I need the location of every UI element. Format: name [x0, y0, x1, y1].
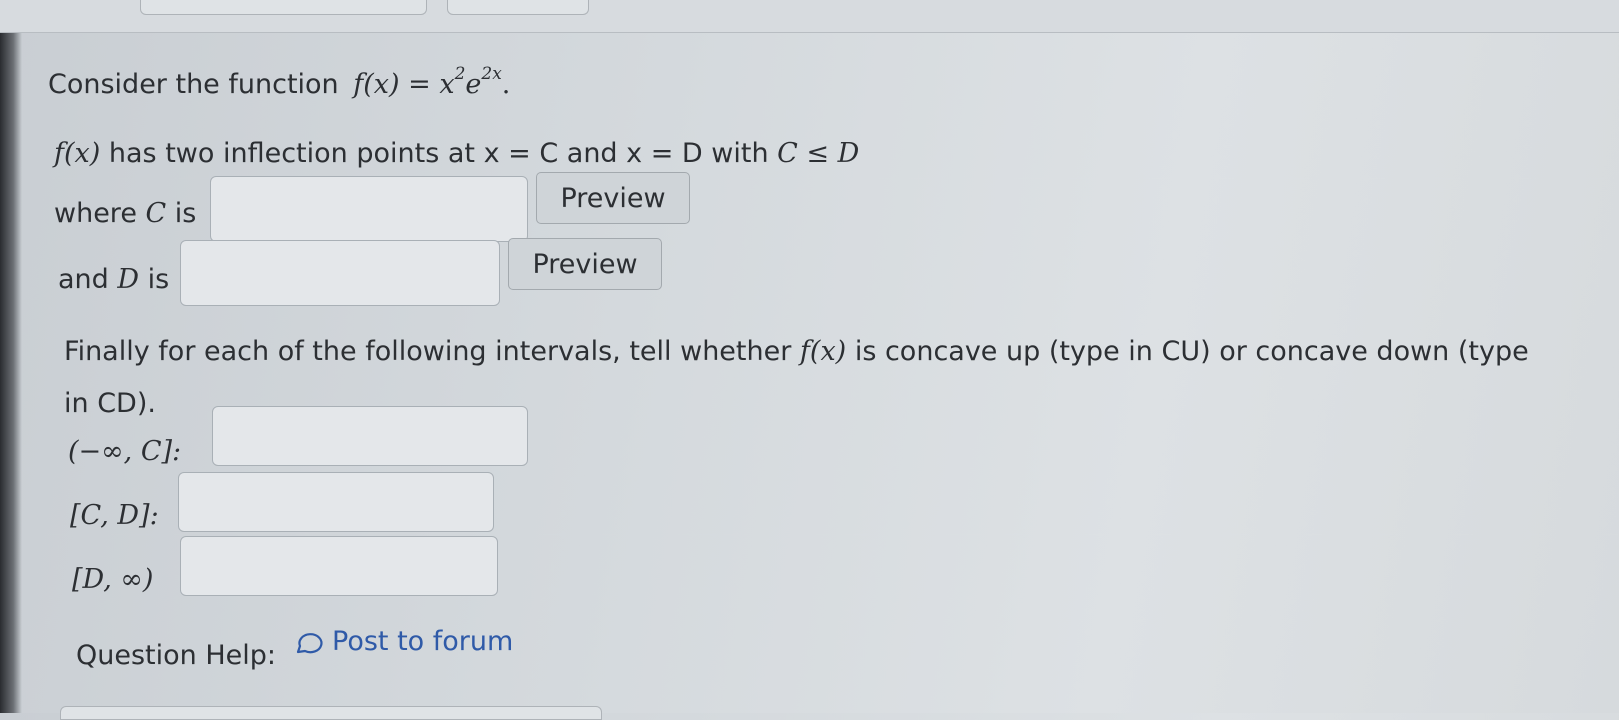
bottom-stub — [60, 706, 602, 720]
inflection-line: f(x) has two inflection points at x = C … — [54, 138, 859, 169]
concavity-instructions-cont: in CD). — [64, 388, 156, 419]
interval-label: [D, ∞) — [72, 564, 154, 595]
interval-1-input[interactable] — [212, 406, 528, 466]
d-label: and D is — [58, 264, 170, 295]
fx-symbol: f(x) — [54, 138, 101, 169]
c-label: where C is — [54, 198, 197, 229]
c-answer-input[interactable] — [210, 176, 528, 242]
fx-symbol: f(x) — [799, 336, 847, 367]
question-help-label: Question Help: — [76, 640, 276, 671]
tab-stub — [447, 0, 589, 15]
inflection-text: has two inflection points at x = C and x… — [108, 138, 769, 169]
c-preview-button[interactable]: Preview — [536, 172, 690, 224]
interval-3-input[interactable] — [180, 536, 498, 596]
interval-2-input[interactable] — [178, 472, 494, 532]
intro-text: Consider the function — [48, 69, 339, 100]
top-bar — [0, 0, 1619, 33]
function-formula: f(x) = x2e2x. — [353, 64, 511, 100]
interval-label: (−∞, C]: — [68, 436, 182, 467]
chat-bubble-icon[interactable] — [292, 628, 324, 660]
tab-stub — [140, 0, 427, 15]
concavity-instructions: Finally for each of the following interv… — [64, 336, 1529, 367]
interval-label: [C, D]: — [70, 500, 159, 531]
left-edge-shadow — [0, 0, 22, 713]
post-to-forum-link[interactable]: Post to forum — [332, 626, 513, 657]
d-answer-input[interactable] — [180, 240, 500, 306]
d-preview-button[interactable]: Preview — [508, 238, 662, 290]
inflection-relation: C ≤ D — [777, 138, 860, 169]
intro-line: Consider the function f(x) = x2e2x. — [48, 64, 511, 100]
